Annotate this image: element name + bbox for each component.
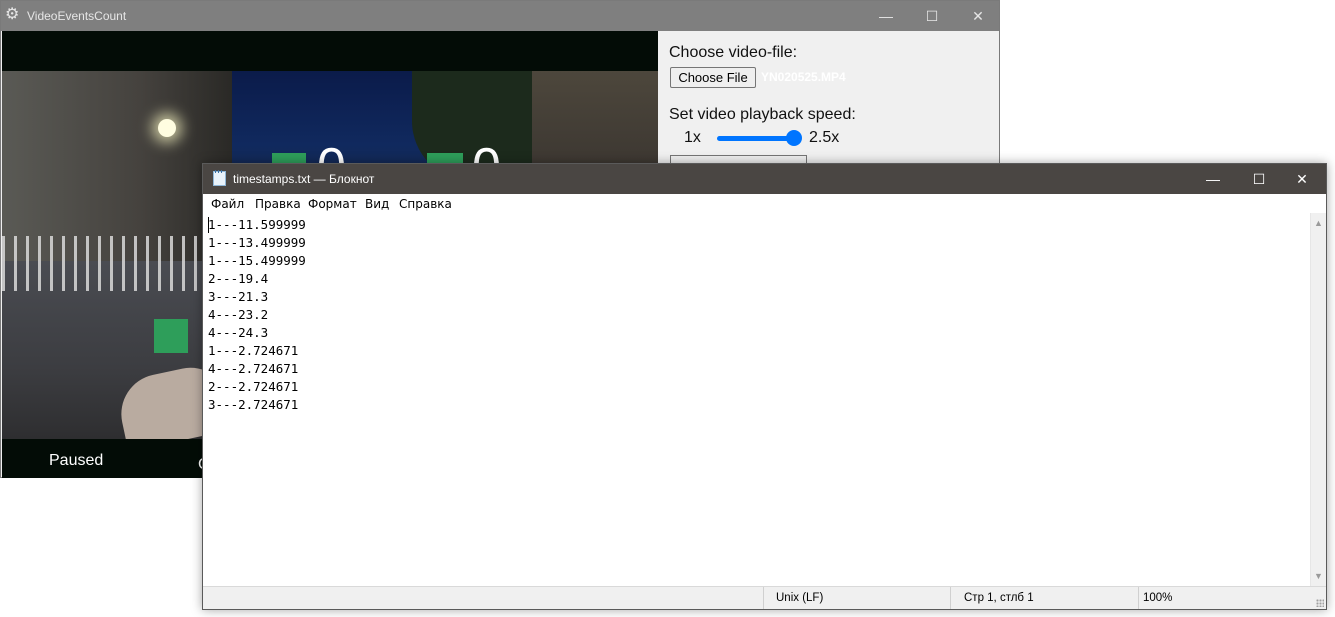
text-line: 2---2.724671: [208, 379, 299, 394]
text-line: 1---15.499999: [208, 253, 306, 268]
minimize-button[interactable]: —: [1190, 164, 1236, 194]
close-button[interactable]: ✕: [1279, 164, 1325, 194]
text-line: 4---23.2: [208, 307, 269, 322]
notepad-icon: [213, 170, 226, 186]
gear-icon: ⚙: [5, 6, 20, 23]
event-zone-3[interactable]: [154, 319, 188, 353]
choose-file-label: Choose video-file:: [669, 44, 798, 61]
line-ending-status: Unix (LF): [776, 592, 824, 604]
zoom-status: 100%: [1143, 592, 1173, 604]
video-app-title: VideoEventsCount: [27, 9, 127, 23]
maximize-button[interactable]: ☐: [909, 1, 955, 31]
menu-help[interactable]: Справка: [399, 197, 452, 211]
status-bar: Unix (LF) Стр 1, стлб 1 100%: [203, 586, 1326, 609]
menu-file[interactable]: Файл: [211, 197, 244, 211]
text-caret: [208, 217, 209, 233]
cursor-position-status: Стр 1, стлб 1: [964, 592, 1034, 604]
notepad-title: timestamps.txt — Блокнот: [233, 172, 375, 186]
choose-file-button[interactable]: Choose File: [670, 67, 756, 88]
text-editor[interactable]: 1---11.599999 1---13.499999 1---15.49999…: [203, 213, 1310, 586]
minimize-button[interactable]: —: [863, 1, 909, 31]
text-line: 1---13.499999: [208, 235, 306, 250]
selected-file-name: YN020525.MP4: [761, 70, 846, 84]
menu-bar: Файл Правка Формат Вид Справка: [203, 194, 1326, 213]
editor-lines: 1---11.599999 1---13.499999 1---15.49999…: [208, 216, 306, 414]
street-lamp: [158, 119, 176, 137]
menu-view[interactable]: Вид: [365, 197, 389, 211]
maximize-button[interactable]: ☐: [1236, 164, 1282, 194]
fence: [2, 236, 232, 291]
resize-grip-icon[interactable]: [1316, 599, 1324, 607]
text-line: 3---21.3: [208, 289, 269, 304]
text-line: 4---24.3: [208, 325, 269, 340]
speed-slider-thumb[interactable]: [786, 130, 802, 146]
speed-min-label: 1x: [684, 129, 701, 146]
scroll-down-arrow-icon[interactable]: ▼: [1311, 568, 1326, 584]
text-line: 3---2.724671: [208, 397, 299, 412]
video-app-titlebar[interactable]: ⚙ VideoEventsCount — ☐ ✕: [1, 1, 999, 31]
speed-max-label: 2.5x: [809, 129, 840, 146]
menu-format[interactable]: Формат: [308, 197, 357, 211]
text-line: 1---11.599999: [208, 217, 306, 232]
status-divider: [950, 587, 951, 609]
scroll-up-arrow-icon[interactable]: ▲: [1311, 215, 1326, 231]
close-button[interactable]: ✕: [955, 1, 1001, 31]
status-divider: [763, 587, 764, 609]
speed-slider[interactable]: [717, 136, 795, 141]
playback-status: Paused: [49, 452, 104, 469]
menu-edit[interactable]: Правка: [255, 197, 301, 211]
notepad-titlebar[interactable]: timestamps.txt — Блокнот — ☐ ✕: [203, 164, 1326, 194]
notepad-window: timestamps.txt — Блокнот — ☐ ✕ Файл Прав…: [202, 163, 1327, 610]
speed-label: Set video playback speed:: [669, 106, 856, 123]
text-line: 4---2.724671: [208, 361, 299, 376]
text-line: 1---2.724671: [208, 343, 299, 358]
status-divider: [1138, 587, 1139, 609]
text-line: 2---19.4: [208, 271, 269, 286]
vertical-scrollbar[interactable]: ▲ ▼: [1310, 213, 1326, 586]
